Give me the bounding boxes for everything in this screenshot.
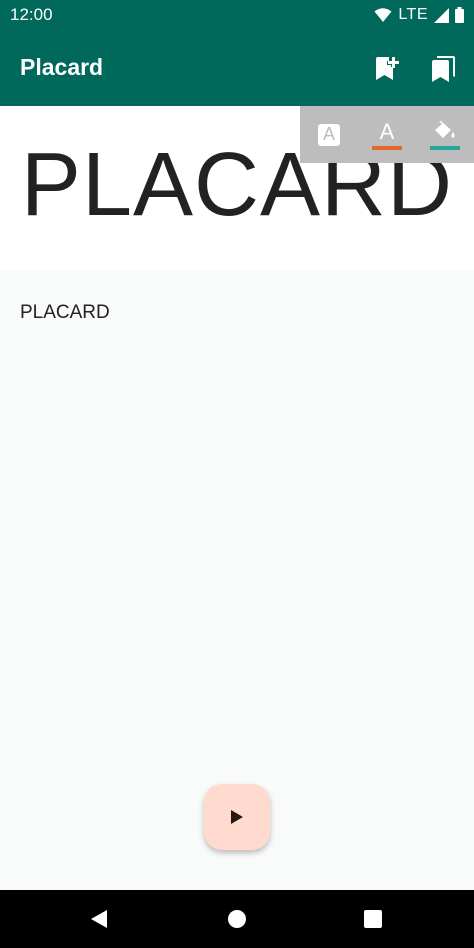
- back-icon: [91, 910, 107, 928]
- text-color-button[interactable]: A: [367, 113, 407, 157]
- status-bar: 12:00 LTE: [0, 0, 474, 30]
- recents-icon: [364, 910, 382, 928]
- format-toolbar: A A: [300, 106, 474, 163]
- app-bar: Placard: [0, 30, 474, 106]
- fill-color-button[interactable]: [425, 113, 465, 157]
- background-text-icon: A: [318, 123, 340, 146]
- bookmarks-button[interactable]: [428, 54, 458, 84]
- status-time: 12:00: [10, 5, 53, 24]
- play-button[interactable]: [204, 784, 270, 850]
- play-icon: [231, 810, 243, 824]
- fill-color-swatch: [430, 145, 460, 150]
- wifi-icon: [374, 8, 392, 22]
- battery-icon: [455, 7, 464, 23]
- bookmark-add-button[interactable]: [372, 54, 402, 84]
- app-title: Placard: [20, 54, 104, 80]
- placard-preview[interactable]: PLACARD A A: [0, 106, 474, 270]
- bookmark-add-icon: [376, 57, 399, 80]
- home-icon: [228, 910, 246, 928]
- fill-color-icon: [435, 120, 455, 138]
- status-icons: LTE: [374, 4, 464, 26]
- recents-button[interactable]: [362, 908, 384, 930]
- navigation-bar: [0, 890, 474, 948]
- cell-signal-icon: [434, 7, 449, 23]
- home-button[interactable]: [226, 908, 248, 930]
- text-color-swatch: [372, 145, 402, 150]
- background-text-button[interactable]: A: [309, 113, 349, 157]
- network-type: LTE: [398, 6, 428, 23]
- bookmarks-icon: [432, 56, 455, 82]
- editor-text: PLACARD: [20, 302, 110, 323]
- text-color-icon: A: [379, 118, 395, 144]
- back-button[interactable]: [88, 908, 110, 930]
